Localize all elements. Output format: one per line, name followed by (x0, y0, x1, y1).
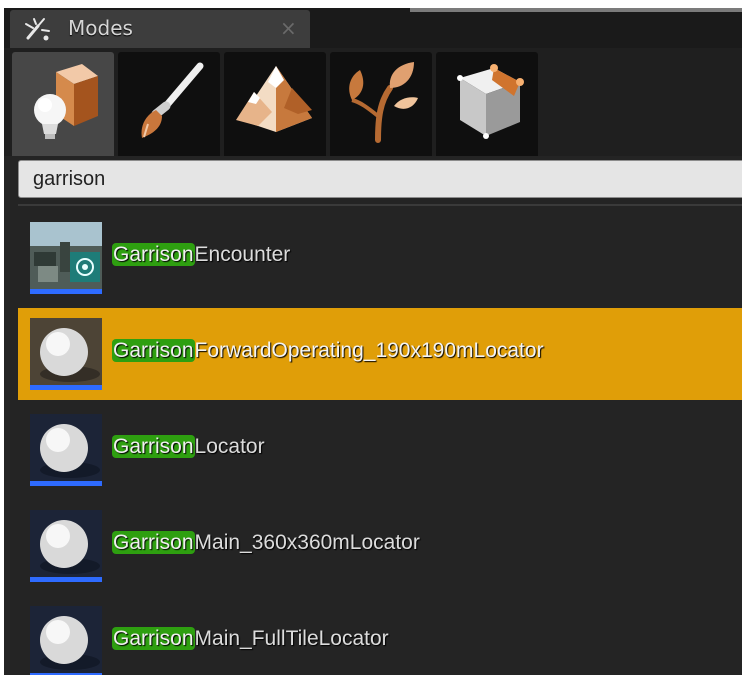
result-label: GarrisonMain_FullTileLocator (112, 627, 389, 651)
result-label: GarrisonEncounter (112, 243, 290, 267)
modes-wand-icon (25, 18, 50, 41)
list-item[interactable]: GarrisonMain_FullTileLocator (18, 596, 742, 675)
result-label: GarrisonMain_360x360mLocator (112, 531, 420, 555)
mountain-icon (236, 66, 312, 132)
search-match-highlight: Garrison (112, 243, 195, 266)
foliage-mode-button[interactable] (330, 52, 432, 156)
sphere-thumbnail (30, 318, 102, 390)
search-input[interactable] (18, 160, 742, 198)
result-name-rest: Locator (194, 435, 265, 458)
result-name-rest: ForwardOperating_190x190mLocator (194, 339, 544, 362)
list-item[interactable]: GarrisonEncounter (18, 212, 742, 304)
sphere-thumbnail (30, 606, 102, 675)
search-area (4, 156, 742, 208)
list-item-selected[interactable]: GarrisonForwardOperating_190x190mLocator (18, 308, 742, 400)
sphere-icon (40, 616, 100, 670)
sphere-thumbnail (30, 414, 102, 486)
sphere-thumbnail (30, 510, 102, 582)
search-match-highlight: Garrison (112, 339, 195, 362)
modes-panel: Modes × garrison GarrisonEncounter Garri… (4, 8, 742, 675)
thumb-accent-bar (30, 289, 102, 294)
geometry-cube-icon (457, 64, 524, 139)
encounter-image (30, 222, 102, 289)
panel-title-bar: Modes × (4, 8, 742, 48)
sphere-icon (40, 520, 100, 574)
thumb-accent-bar (30, 481, 102, 486)
thumb-accent-bar (30, 385, 102, 390)
modes-tab[interactable]: Modes × (10, 10, 310, 48)
result-label: GarrisonForwardOperating_190x190mLocator (112, 339, 544, 363)
sphere-icon (40, 424, 100, 478)
search-match-highlight: Garrison (112, 435, 195, 458)
panel-title: Modes (68, 16, 133, 40)
paint-brush-icon (141, 62, 204, 138)
search-match-highlight: Garrison (112, 627, 195, 650)
sphere-icon (40, 328, 100, 382)
modes-toolbar (4, 48, 742, 156)
result-name-rest: Main_360x360mLocator (194, 531, 420, 554)
result-list: GarrisonEncounter GarrisonForwardOperati… (18, 212, 742, 675)
list-item[interactable]: GarrisonLocator (18, 404, 742, 496)
geometry-mode-button[interactable] (436, 52, 538, 156)
close-tab-icon[interactable]: × (280, 16, 297, 40)
place-mode-icon (34, 64, 98, 139)
result-name-rest: Main_FullTileLocator (194, 627, 389, 650)
landscape-mode-button[interactable] (224, 52, 326, 156)
search-match-highlight: Garrison (112, 531, 195, 554)
list-item[interactable]: GarrisonMain_360x360mLocator (18, 500, 742, 592)
place-mode-button[interactable] (12, 52, 114, 156)
result-name-rest: Encounter (194, 243, 291, 266)
thumb-accent-bar (30, 577, 102, 582)
title-bar-divider (410, 8, 742, 12)
encounter-thumbnail (30, 222, 102, 294)
foliage-leaf-icon (349, 62, 418, 143)
paint-mode-button[interactable] (118, 52, 220, 156)
search-divider (18, 204, 742, 206)
result-label: GarrisonLocator (112, 435, 265, 459)
